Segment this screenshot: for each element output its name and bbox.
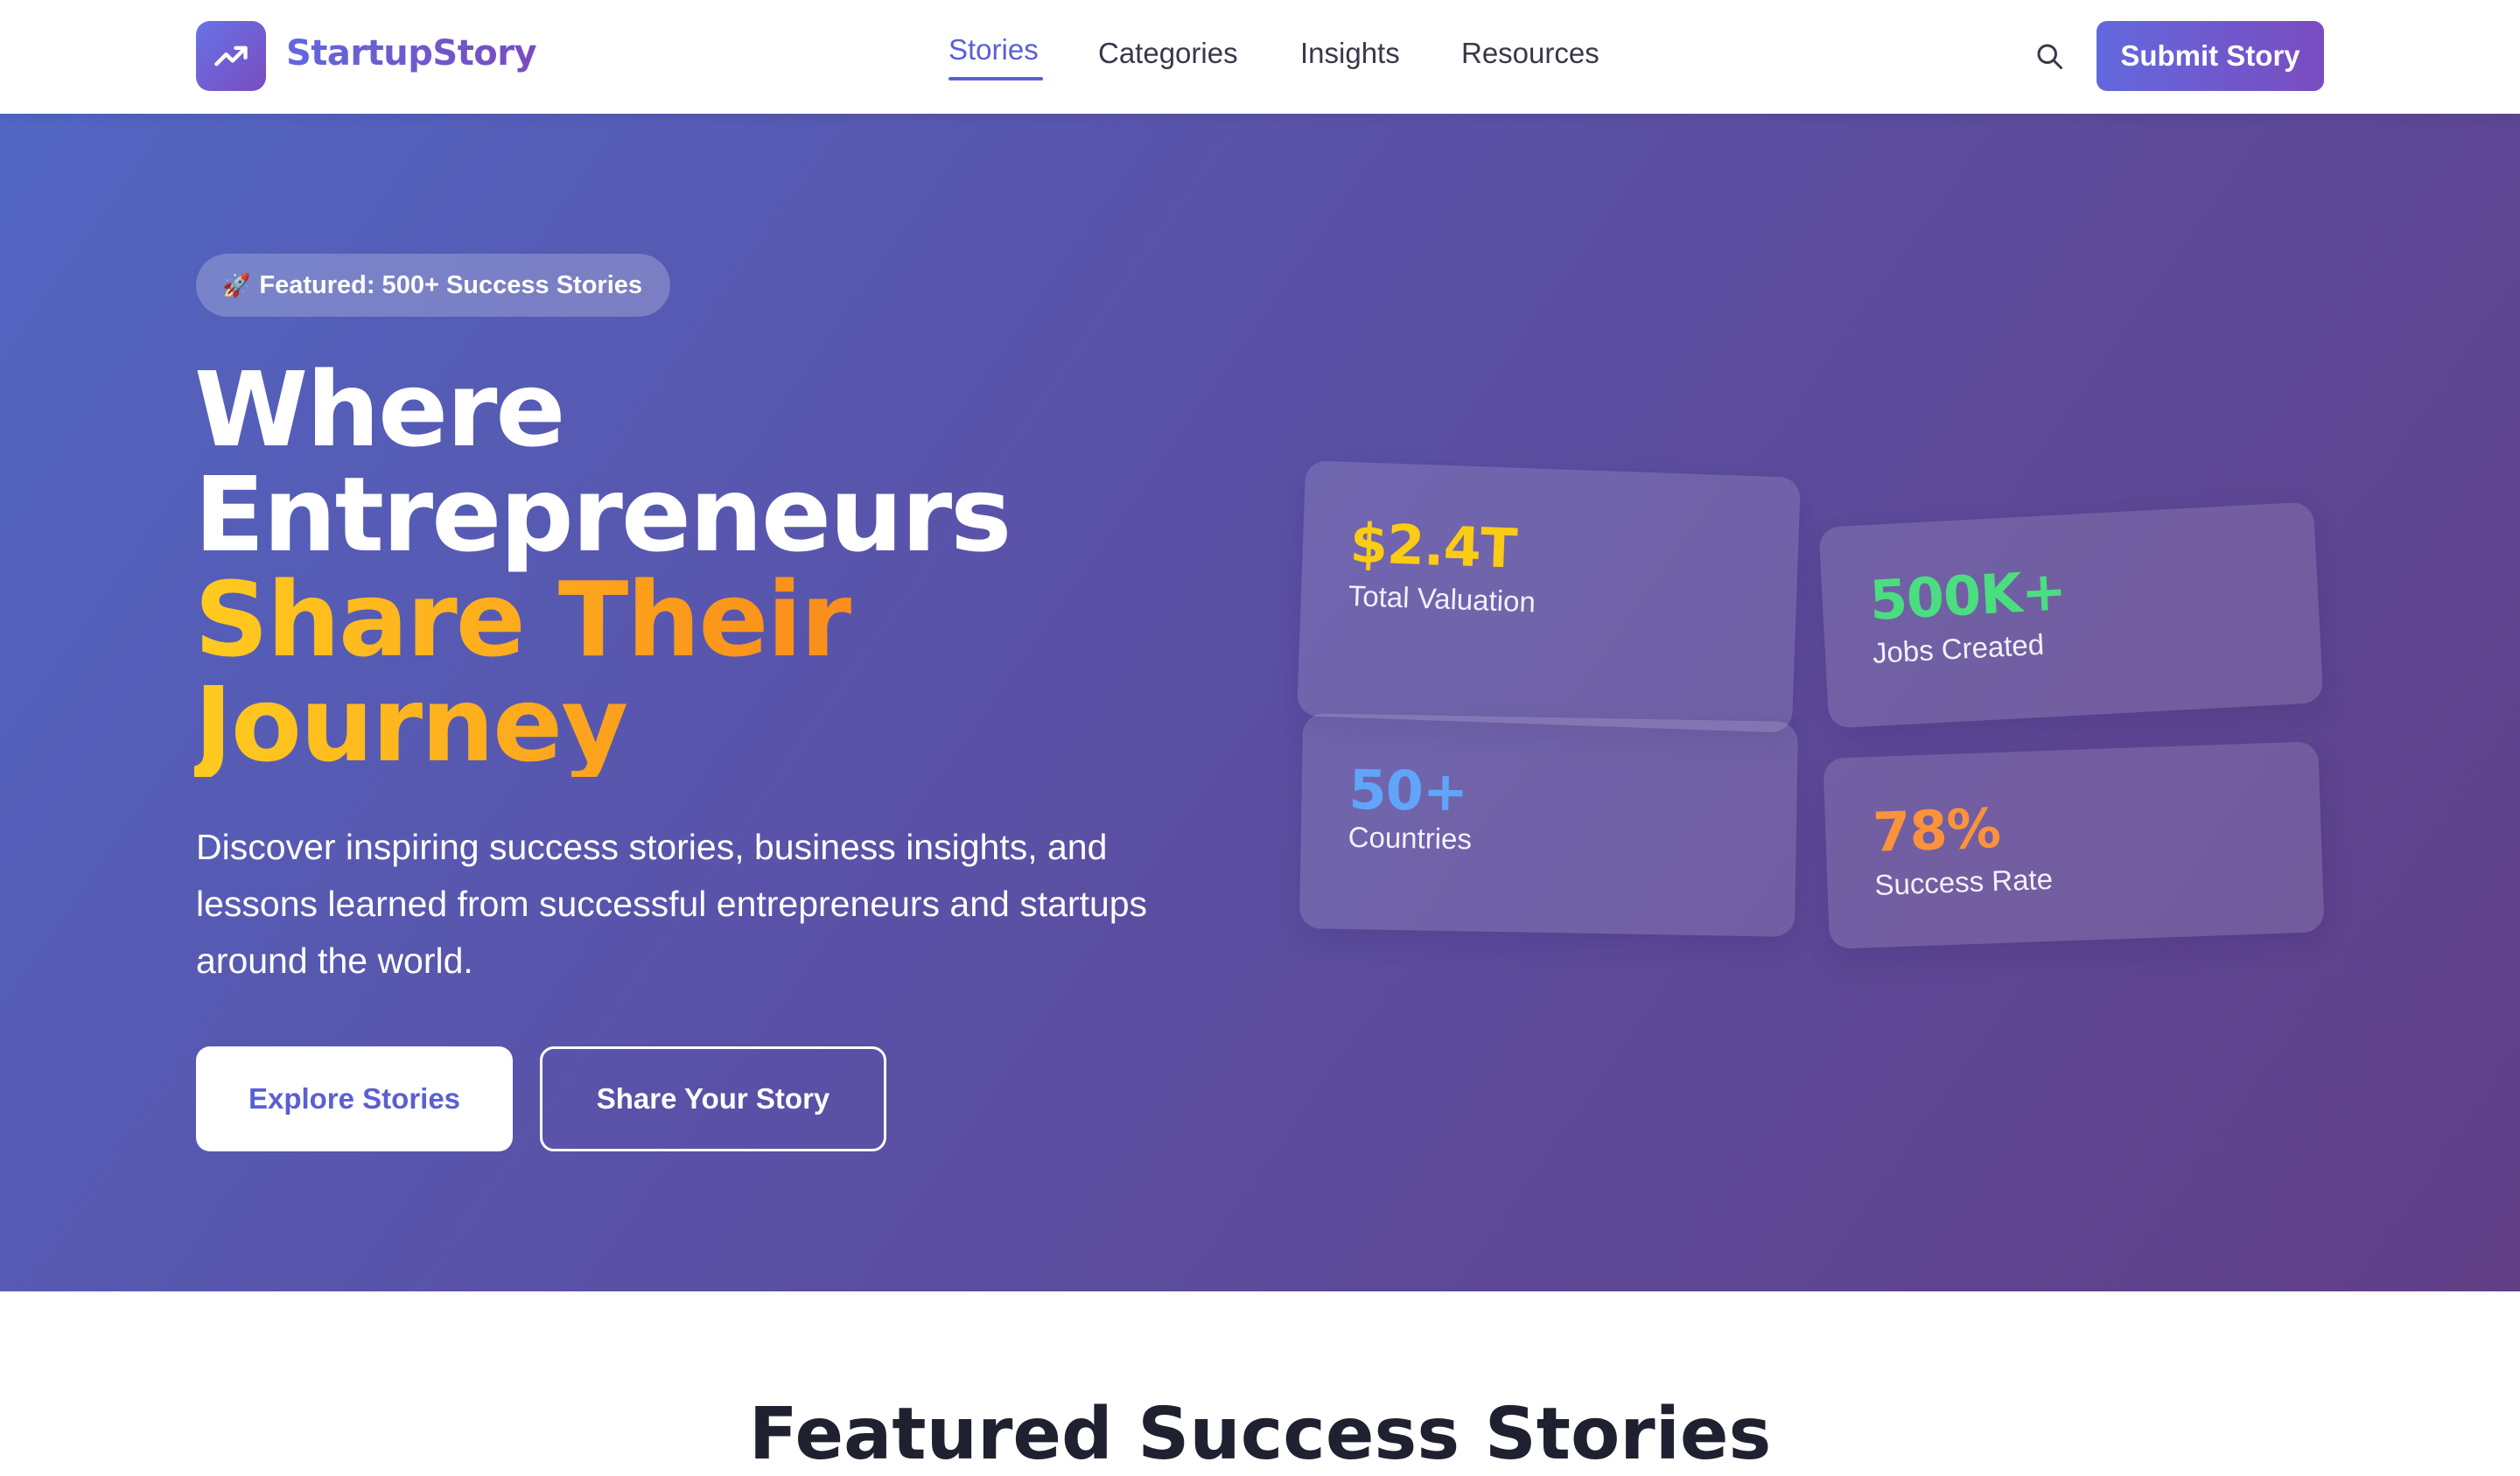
hero-headline: Where Entrepreneurs Share Their Journey bbox=[194, 349, 1012, 777]
stat-value: 500K+ bbox=[1867, 558, 2068, 633]
stat-card-jobs: 500K+ Jobs Created bbox=[1818, 501, 2324, 729]
featured-section-title: Featured Success Stories bbox=[748, 1393, 1772, 1476]
logo-badge[interactable] bbox=[196, 21, 266, 91]
stat-card-countries: 50+ Countries bbox=[1298, 713, 1799, 937]
nav-link-resources[interactable]: Resources bbox=[1461, 37, 1600, 70]
share-your-story-button[interactable]: Share Your Story bbox=[540, 1046, 886, 1151]
search-button[interactable] bbox=[2032, 38, 2067, 73]
explore-stories-button[interactable]: Explore Stories bbox=[196, 1046, 513, 1151]
nav-link-insights[interactable]: Insights bbox=[1300, 37, 1400, 70]
nav-link-stories[interactable]: Stories bbox=[948, 33, 1039, 66]
brand-name[interactable]: StartupStory bbox=[286, 33, 537, 73]
stat-label: Countries bbox=[1348, 821, 1473, 856]
featured-badge-text: Featured: 500+ Success Stories bbox=[259, 270, 643, 299]
stat-label: Total Valuation bbox=[1348, 579, 1536, 619]
headline-line-1: Where bbox=[194, 349, 565, 470]
trending-up-icon bbox=[214, 45, 248, 66]
search-icon bbox=[2037, 44, 2062, 69]
stat-value: $2.4T bbox=[1348, 511, 1518, 581]
headline-accent-line-2: Journey bbox=[194, 672, 1010, 777]
headline-line-2: Entrepreneurs bbox=[194, 454, 1012, 575]
stat-value: 50+ bbox=[1348, 758, 1468, 824]
stat-value: 78% bbox=[1872, 795, 2001, 864]
active-nav-underline bbox=[948, 77, 1043, 80]
hero-description: Discover inspiring success stories, busi… bbox=[196, 827, 1148, 981]
stat-label: Success Rate bbox=[1873, 862, 2054, 901]
top-navbar: StartupStory Stories Categories Insights… bbox=[0, 0, 2520, 114]
stat-card-success-rate: 78% Success Rate bbox=[1823, 741, 2325, 949]
hero-section: 🚀 Featured: 500+ Success Stories Where E… bbox=[0, 114, 2520, 1291]
rocket-icon: 🚀 bbox=[222, 271, 251, 298]
stat-label: Jobs Created bbox=[1871, 627, 2045, 669]
headline-accent-line-1: Share Their bbox=[194, 567, 1010, 672]
nav-link-categories[interactable]: Categories bbox=[1098, 37, 1238, 70]
stat-card-valuation: $2.4T Total Valuation bbox=[1297, 460, 1801, 733]
submit-story-button[interactable]: Submit Story bbox=[2096, 21, 2324, 91]
featured-badge: 🚀 Featured: 500+ Success Stories bbox=[196, 254, 671, 317]
